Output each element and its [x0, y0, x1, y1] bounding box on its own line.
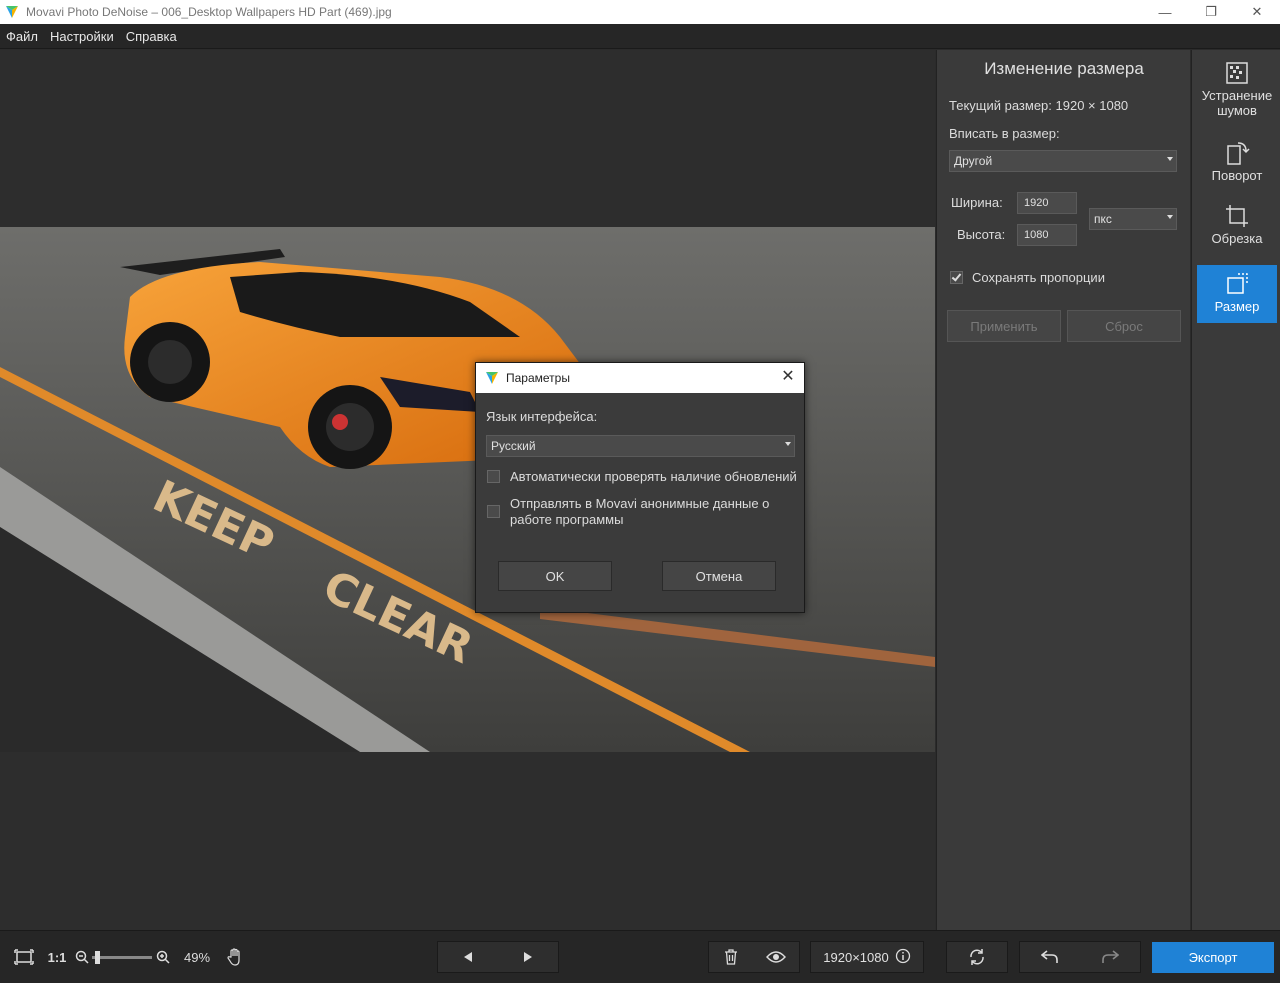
fit-screen-icon	[14, 949, 34, 965]
height-input[interactable]: 1080	[1017, 224, 1077, 246]
actual-size-button[interactable]: 1:1	[42, 941, 72, 973]
tool-resize[interactable]: Размер	[1197, 265, 1277, 323]
undo-icon	[1041, 950, 1058, 963]
chevron-down-icon	[785, 442, 791, 446]
zoom-slider[interactable]	[92, 941, 152, 973]
maximize-button[interactable]: ❐	[1188, 0, 1234, 24]
menu-settings[interactable]: Настройки	[44, 29, 120, 44]
unit-value: пкс	[1094, 212, 1112, 226]
trash-icon	[725, 949, 737, 965]
next-image-button[interactable]	[498, 941, 558, 973]
triangle-left-icon	[464, 952, 472, 962]
auto-update-checkbox[interactable]	[487, 470, 500, 483]
menu-file[interactable]: Файл	[0, 29, 44, 44]
chevron-down-icon	[1167, 157, 1173, 161]
zoom-in-icon[interactable]	[152, 941, 174, 973]
tool-rotate[interactable]: Поворот	[1197, 140, 1277, 200]
tool-denoise-label-1: Устранение	[1201, 88, 1273, 103]
triangle-right-icon	[524, 952, 532, 962]
tool-denoise[interactable]: Устранение шумов	[1197, 60, 1277, 130]
undo-button[interactable]	[1020, 941, 1080, 973]
fit-size-dropdown[interactable]: Другой	[949, 150, 1177, 172]
tools-sidebar: Устранение шумов Поворот Обрезка Размер	[1191, 50, 1280, 930]
language-dropdown[interactable]: Русский	[486, 435, 795, 457]
resize-icon	[1224, 271, 1250, 297]
title-bar: Movavi Photo DeNoise – 006_Desktop Wallp…	[0, 0, 1280, 24]
height-label: Высота:	[957, 227, 1006, 242]
previous-image-button[interactable]	[438, 941, 498, 973]
zoom-out-icon[interactable]	[72, 941, 92, 973]
refresh-button[interactable]	[947, 941, 1007, 973]
tool-denoise-label-2: шумов	[1217, 103, 1257, 118]
history-group	[1019, 941, 1141, 973]
zoom-slider-thumb[interactable]	[95, 951, 100, 964]
send-data-checkbox[interactable]	[487, 505, 500, 518]
hand-tool-button[interactable]	[220, 941, 250, 973]
hand-icon	[227, 948, 240, 966]
dialog-title-bar: Параметры ✕	[476, 363, 804, 393]
ok-button[interactable]: OK	[498, 561, 612, 591]
language-label: Язык интерфейса:	[486, 409, 598, 424]
menu-help[interactable]: Справка	[120, 29, 183, 44]
auto-update-label: Автоматически проверять наличие обновлен…	[510, 469, 797, 484]
language-value: Русский	[491, 439, 536, 453]
denoise-icon	[1224, 60, 1250, 86]
zoom-controls: 1:1 49%	[6, 941, 278, 973]
redo-button[interactable]	[1080, 941, 1140, 973]
send-data-label-2: работе программы	[510, 512, 624, 527]
chevron-down-icon	[1167, 215, 1173, 219]
tool-crop-label: Обрезка	[1211, 231, 1263, 246]
zoom-slider-track	[92, 956, 152, 959]
tool-rotate-label: Поворот	[1211, 168, 1263, 183]
checkmark-icon	[951, 271, 962, 282]
fit-size-label: Вписать в размер:	[949, 126, 1060, 141]
navigation-group	[437, 941, 559, 973]
minimize-button[interactable]: —	[1142, 0, 1188, 24]
settings-dialog: Параметры ✕ Язык интерфейса: Русский Авт…	[475, 362, 805, 613]
app-logo-icon	[4, 4, 20, 20]
rotate-icon	[1224, 140, 1250, 166]
unit-dropdown[interactable]: пкс	[1089, 208, 1177, 230]
fit-size-value: Другой	[954, 154, 993, 168]
delete-button[interactable]	[709, 941, 753, 973]
menu-bar: Файл Настройки Справка	[0, 24, 1280, 49]
send-data-label-1: Отправлять в Movavi анонимные данные о	[510, 496, 770, 511]
tool-crop[interactable]: Обрезка	[1197, 203, 1277, 263]
redo-icon	[1102, 950, 1119, 963]
image-actions-group	[708, 941, 800, 973]
fit-to-screen-button[interactable]	[6, 941, 42, 973]
current-size-label: Текущий размер: 1920 × 1080	[949, 98, 1129, 113]
crop-icon	[1224, 203, 1250, 229]
close-window-button[interactable]: ✕	[1234, 0, 1280, 24]
cancel-button[interactable]: Отмена	[662, 561, 776, 591]
image-size-text: 1920×1080	[823, 949, 889, 965]
window-title: Movavi Photo DeNoise – 006_Desktop Wallp…	[26, 5, 392, 19]
dialog-title: Параметры	[506, 371, 570, 385]
reset-button[interactable]: Сброс	[1067, 310, 1181, 342]
refresh-group	[946, 941, 1008, 973]
eye-icon	[766, 951, 786, 963]
refresh-icon	[970, 949, 984, 965]
keep-ratio-label: Сохранять пропорции	[972, 270, 1105, 285]
app-logo-icon	[484, 370, 500, 386]
tool-resize-label: Размер	[1214, 299, 1260, 314]
width-label: Ширина:	[951, 195, 1003, 210]
info-icon[interactable]	[895, 948, 911, 967]
keep-ratio-checkbox[interactable]	[950, 271, 963, 284]
image-size-display: 1920×1080	[810, 941, 924, 973]
zoom-percent: 49%	[183, 949, 211, 965]
preview-toggle-button[interactable]	[753, 941, 799, 973]
apply-button[interactable]: Применить	[947, 310, 1061, 342]
width-input[interactable]: 1920	[1017, 192, 1077, 214]
resize-panel: Изменение размера Текущий размер: 1920 ×…	[936, 50, 1190, 930]
panel-title: Изменение размера	[984, 59, 1144, 78]
bottom-toolbar: 1:1 49% 1920×1080 Экспорт	[0, 930, 1280, 983]
close-icon[interactable]: ✕	[778, 367, 798, 387]
export-button[interactable]: Экспорт	[1152, 942, 1274, 973]
